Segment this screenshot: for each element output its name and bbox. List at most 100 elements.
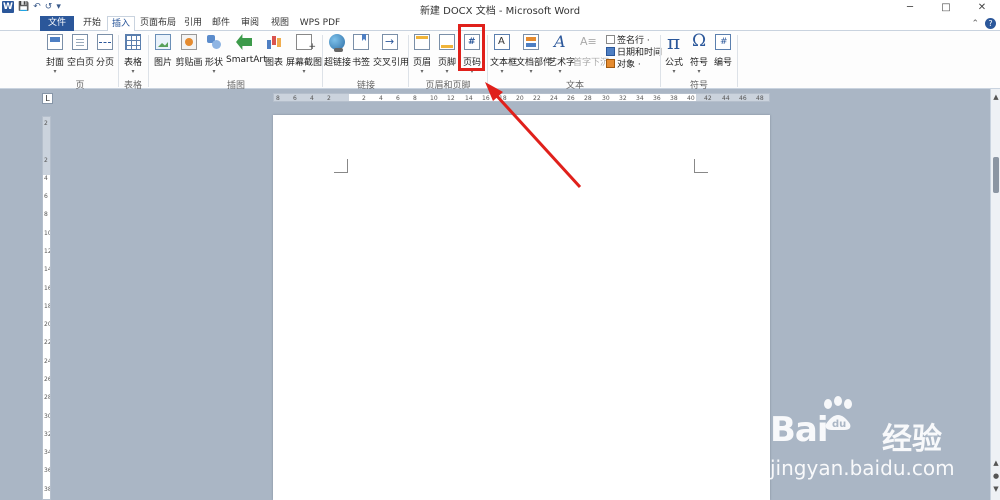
drop-cap-button: 首字下沉 (573, 34, 609, 76)
blank-page-button[interactable]: 空白页 (67, 34, 94, 76)
wordart-button[interactable]: 艺术字 ▾ (548, 32, 575, 76)
picture-button[interactable]: 图片 (153, 34, 173, 76)
bookmark-icon (353, 34, 369, 50)
ruler-tick-label: 28 (584, 95, 592, 102)
signature-line-button[interactable]: 签名行 · (606, 34, 650, 46)
tab-mailings[interactable]: 邮件 (208, 16, 234, 31)
text-box-button[interactable]: 文本框 ▾ (490, 34, 517, 76)
previous-page-button[interactable]: ▲ (991, 459, 1000, 471)
ribbon-insert: 封面 ▾ 空白页 分页 页 表格 ▾ 表格 图片 剪贴画 形状 ▾ SmartA… (0, 30, 1000, 91)
chevron-down-icon: ▾ (53, 68, 57, 75)
equation-label: 公式 (664, 58, 683, 68)
equation-button[interactable]: 公式 ▾ (664, 30, 684, 76)
chevron-down-icon: ▾ (420, 68, 424, 75)
select-browse-object-button[interactable]: ● (991, 472, 1000, 484)
hyperlink-label: 超链接 (324, 58, 352, 68)
help-icon[interactable]: ? (985, 18, 996, 29)
smartart-button[interactable]: SmartArt (226, 34, 267, 76)
chart-button[interactable]: 图表 (264, 34, 284, 76)
scroll-thumb[interactable] (993, 157, 999, 193)
tab-file[interactable]: 文件 (40, 16, 74, 31)
smartart-label: SmartArt (226, 55, 267, 65)
chart-icon (266, 34, 282, 50)
number-button[interactable]: 编号 (713, 34, 733, 76)
picture-label: 图片 (153, 58, 172, 68)
hyperlink-button[interactable]: 超链接 (324, 34, 352, 76)
margin-corner-top-left (334, 159, 348, 173)
bookmark-button[interactable]: 书签 (351, 34, 371, 76)
margin-corner-top-right (694, 159, 708, 173)
watermark-url: jingyan.baidu.com (770, 456, 955, 480)
hyperlink-globe-icon (329, 34, 345, 52)
scroll-up-button[interactable]: ▲ (991, 93, 1000, 105)
save-icon[interactable]: 💾 (18, 1, 29, 13)
footer-button[interactable]: 页脚 ▾ (437, 34, 457, 76)
ruler-tick-label: 14 (44, 266, 51, 273)
svg-text:du: du (832, 419, 846, 430)
customize-qat-icon[interactable]: ▾ (56, 1, 61, 13)
ruler-tick-label: 2 (44, 120, 48, 127)
shapes-button[interactable]: 形状 ▾ (204, 34, 224, 76)
horizontal-ruler[interactable]: 8 6 4 2 2 4 6 8 10 12 14 16 18 20 22 24 26 28 30 32 34 36 38 40… (273, 93, 770, 102)
redo-icon[interactable]: ↺ (45, 1, 53, 13)
date-time-button[interactable]: 日期和时间 (606, 46, 662, 58)
number-icon (715, 34, 731, 50)
ruler-tick-label: 44 (722, 95, 730, 102)
drop-cap-icon (580, 34, 597, 50)
tab-references[interactable]: 引用 (180, 16, 206, 31)
minimize-button[interactable]: ─ (892, 0, 928, 16)
smartart-icon (236, 34, 252, 50)
chevron-down-icon: ▾ (500, 68, 504, 75)
maximize-button[interactable]: □ (928, 0, 964, 16)
ruler-tick-label: 10 (430, 95, 438, 102)
document-page[interactable] (273, 115, 770, 500)
tab-home[interactable]: 开始 (78, 16, 106, 31)
cover-button[interactable]: 封面 ▾ (44, 34, 66, 76)
cross-reference-button[interactable]: 交叉引用 (373, 34, 409, 76)
table-button[interactable]: 表格 ▾ (122, 34, 144, 76)
tab-view[interactable]: 视图 (266, 16, 294, 31)
close-button[interactable]: ✕ (964, 0, 1000, 16)
word-logo-icon: W (2, 1, 14, 13)
ruler-tick-label: 2 (44, 157, 48, 164)
ruler-tick-label: 26 (567, 95, 575, 102)
tab-wps-pdf[interactable]: WPS PDF (296, 16, 344, 31)
symbol-button[interactable]: 符号 ▾ (689, 31, 709, 76)
ruler-tick-label: 22 (44, 339, 51, 346)
clip-art-button[interactable]: 剪贴画 (175, 34, 203, 76)
symbol-label: 符号 (689, 58, 708, 68)
vertical-ruler[interactable]: 2 2 4 6 8 10 12 14 16 18 20 22 24 26 28 30 32 34 36 38 (42, 116, 51, 500)
object-button[interactable]: 对象 · (606, 58, 641, 70)
tab-insert[interactable]: 插入 (107, 16, 135, 32)
baidu-paw-icon: du (824, 396, 852, 430)
tab-review[interactable]: 审阅 (236, 16, 264, 31)
group-separator (148, 35, 149, 87)
quick-parts-button[interactable]: 文档部件 ▾ (516, 34, 552, 76)
ruler-tick-label: 20 (516, 95, 524, 102)
shapes-icon (206, 34, 222, 50)
ruler-tick-label: 46 (739, 95, 747, 102)
ruler-tick-label: 4 (379, 95, 383, 102)
page-break-button[interactable]: 分页 (95, 34, 115, 76)
ruler-tick-label: 16 (44, 285, 51, 292)
group-separator (118, 35, 119, 87)
ruler-tick-label: 38 (44, 486, 51, 493)
ruler-tick-label: 32 (619, 95, 627, 102)
vertical-scrollbar[interactable]: ▲ ▲ ● ▼ (990, 89, 1000, 500)
next-page-button[interactable]: ▼ (991, 485, 1000, 497)
tab-selector-button[interactable]: L (42, 93, 53, 104)
collapse-ribbon-icon[interactable]: ⌃ (971, 19, 979, 29)
group-separator (487, 35, 488, 87)
page-break-icon (97, 34, 113, 50)
footer-icon (439, 34, 455, 50)
chevron-down-icon: ▾ (529, 68, 533, 75)
screenshot-button[interactable]: 屏幕截图 ▾ (286, 34, 322, 76)
ruler-tick-label: 12 (447, 95, 455, 102)
ruler-tick-label: 2 (327, 95, 331, 102)
ruler-tick-label: 24 (44, 358, 51, 365)
header-button[interactable]: 页眉 ▾ (412, 34, 432, 76)
cover-page-icon (47, 34, 63, 50)
undo-icon[interactable]: ↶ (33, 1, 41, 13)
ruler-tick-label: 4 (44, 175, 48, 182)
tab-page-layout[interactable]: 页面布局 (138, 16, 178, 31)
